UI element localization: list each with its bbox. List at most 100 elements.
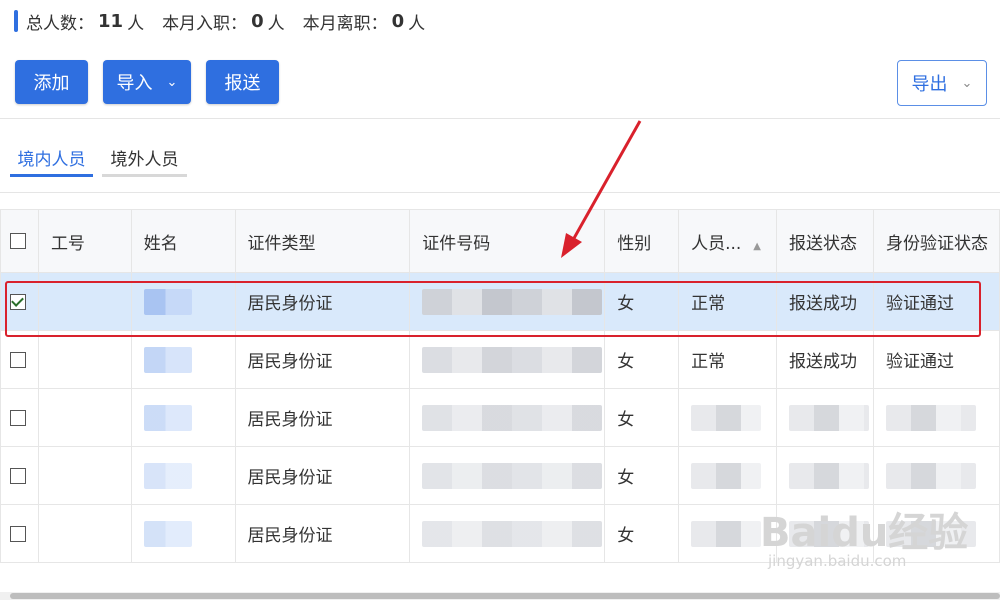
- horizontal-scrollbar[interactable]: [0, 592, 1000, 600]
- table-row[interactable]: 居民身份证 女: [0, 388, 1000, 447]
- redacted-name: [143, 346, 192, 373]
- id-number-cell: [409, 504, 606, 563]
- tab-domestic[interactable]: 境内人员: [10, 140, 93, 177]
- col-gender[interactable]: 性别: [604, 209, 680, 273]
- summary-accent-bar: [14, 10, 18, 32]
- row-checkbox[interactable]: [10, 525, 26, 542]
- import-button-label: 导入: [116, 73, 153, 94]
- id-number-cell: [409, 388, 606, 447]
- row-checkbox[interactable]: [10, 351, 26, 368]
- redacted-value: [885, 404, 976, 431]
- col-name[interactable]: 姓名: [130, 209, 236, 273]
- id-number-cell: [409, 446, 606, 505]
- import-button[interactable]: 导入 ⌄: [103, 60, 191, 104]
- tab-overseas-label: 境外人员: [110, 149, 179, 170]
- redacted-name: [143, 404, 192, 431]
- id-type-cell: 居民身份证: [234, 330, 411, 389]
- tab-domestic-label: 境内人员: [17, 149, 86, 170]
- employee-no-cell: [37, 446, 132, 505]
- row-checkbox[interactable]: [10, 409, 26, 426]
- gender-cell: 女: [604, 330, 680, 389]
- table-header-row: 工号 姓名 证件类型 证件号码 性别 人员... ▲ 报送状态 身份验证状态: [0, 209, 1000, 273]
- name-cell: [130, 388, 236, 447]
- table-row[interactable]: 居民身份证 女: [0, 446, 1000, 505]
- row-checkbox-cell[interactable]: [0, 272, 39, 331]
- submit-status-cell: 报送成功: [776, 272, 874, 331]
- id-type-cell: 居民身份证: [234, 504, 411, 563]
- left-label: 本月离职：: [302, 13, 388, 34]
- employee-no-cell: [37, 388, 132, 447]
- id-number-cell: [409, 330, 606, 389]
- employee-no-cell: [37, 272, 132, 331]
- redacted-value: [691, 404, 762, 431]
- redacted-name: [143, 520, 192, 547]
- staff-summary: 总人数： 11 人 本月入职： 0 人 本月离职： 0 人: [14, 8, 425, 34]
- col-id-type[interactable]: 证件类型: [234, 209, 411, 273]
- verify-status-cell: [872, 446, 1000, 505]
- redacted-id-number: [422, 288, 603, 315]
- col-id-number[interactable]: 证件号码: [409, 209, 606, 273]
- joined-unit: 人: [267, 13, 285, 34]
- gender-cell: 女: [604, 504, 680, 563]
- gender-cell: 女: [604, 446, 680, 505]
- row-checkbox-cell[interactable]: [0, 446, 39, 505]
- col-verify-status[interactable]: 身份验证状态: [872, 209, 1000, 273]
- export-button[interactable]: 导出 ⌄: [897, 60, 987, 106]
- redacted-name: [143, 462, 192, 489]
- export-button-label: 导出: [911, 74, 948, 95]
- submit-button-label: 报送: [224, 73, 261, 94]
- total-label: 总人数：: [26, 13, 94, 34]
- chevron-down-icon: ⌄: [166, 74, 178, 90]
- row-checkbox-cell[interactable]: [0, 330, 39, 389]
- redacted-id-number: [422, 520, 603, 547]
- add-button[interactable]: 添加: [15, 60, 88, 104]
- sort-icon[interactable]: ▲: [753, 241, 761, 252]
- name-cell: [130, 330, 236, 389]
- select-all-cell[interactable]: [0, 209, 39, 273]
- col-submit-status[interactable]: 报送状态: [776, 209, 874, 273]
- submit-status-cell: 报送成功: [776, 330, 874, 389]
- redacted-value: [691, 520, 762, 547]
- name-cell: [130, 272, 236, 331]
- gender-cell: 女: [604, 272, 680, 331]
- row-checkbox-cell[interactable]: [0, 388, 39, 447]
- id-type-cell: 居民身份证: [234, 272, 411, 331]
- col-staff-status[interactable]: 人员... ▲: [678, 209, 777, 273]
- table-row[interactable]: 居民身份证 女 正常 报送成功 验证通过: [0, 330, 1000, 389]
- id-type-cell: 居民身份证: [234, 388, 411, 447]
- employee-no-cell: [37, 330, 132, 389]
- submit-status-cell: [776, 388, 874, 447]
- tab-active-indicator: [10, 174, 93, 177]
- table-row[interactable]: 居民身份证 女 正常 报送成功 验证通过: [0, 272, 1000, 331]
- baidu-watermark-url: jingyan.baidu.com: [768, 552, 907, 570]
- col-employee-no[interactable]: 工号: [37, 209, 132, 273]
- total-count: 11: [98, 10, 124, 32]
- col-staff-status-label: 人员...: [691, 233, 742, 254]
- divider: [0, 192, 1000, 193]
- staff-status-cell: 正常: [678, 272, 777, 331]
- left-unit: 人: [408, 13, 426, 34]
- redacted-id-number: [422, 404, 603, 431]
- scrollbar-thumb[interactable]: [10, 593, 1000, 599]
- tab-overseas[interactable]: 境外人员: [102, 140, 187, 177]
- submit-button[interactable]: 报送: [206, 60, 279, 104]
- divider: [0, 118, 1000, 119]
- row-checkbox-cell[interactable]: [0, 504, 39, 563]
- redacted-value: [789, 404, 869, 431]
- verify-status-cell: 验证通过: [872, 330, 1000, 389]
- staff-status-cell: [678, 446, 777, 505]
- row-checkbox[interactable]: [10, 293, 26, 310]
- staff-status-cell: [678, 388, 777, 447]
- left-count: 0: [391, 10, 405, 32]
- row-checkbox[interactable]: [10, 467, 26, 484]
- verify-status-cell: 验证通过: [872, 272, 1000, 331]
- redacted-value: [885, 462, 976, 489]
- joined-label: 本月入职：: [162, 13, 248, 34]
- redacted-name: [143, 288, 192, 315]
- gender-cell: 女: [604, 388, 680, 447]
- chevron-down-icon: ⌄: [961, 75, 973, 91]
- select-all-checkbox[interactable]: [10, 233, 26, 249]
- redacted-id-number: [422, 346, 603, 373]
- submit-status-cell: [776, 446, 874, 505]
- id-number-cell: [409, 272, 606, 331]
